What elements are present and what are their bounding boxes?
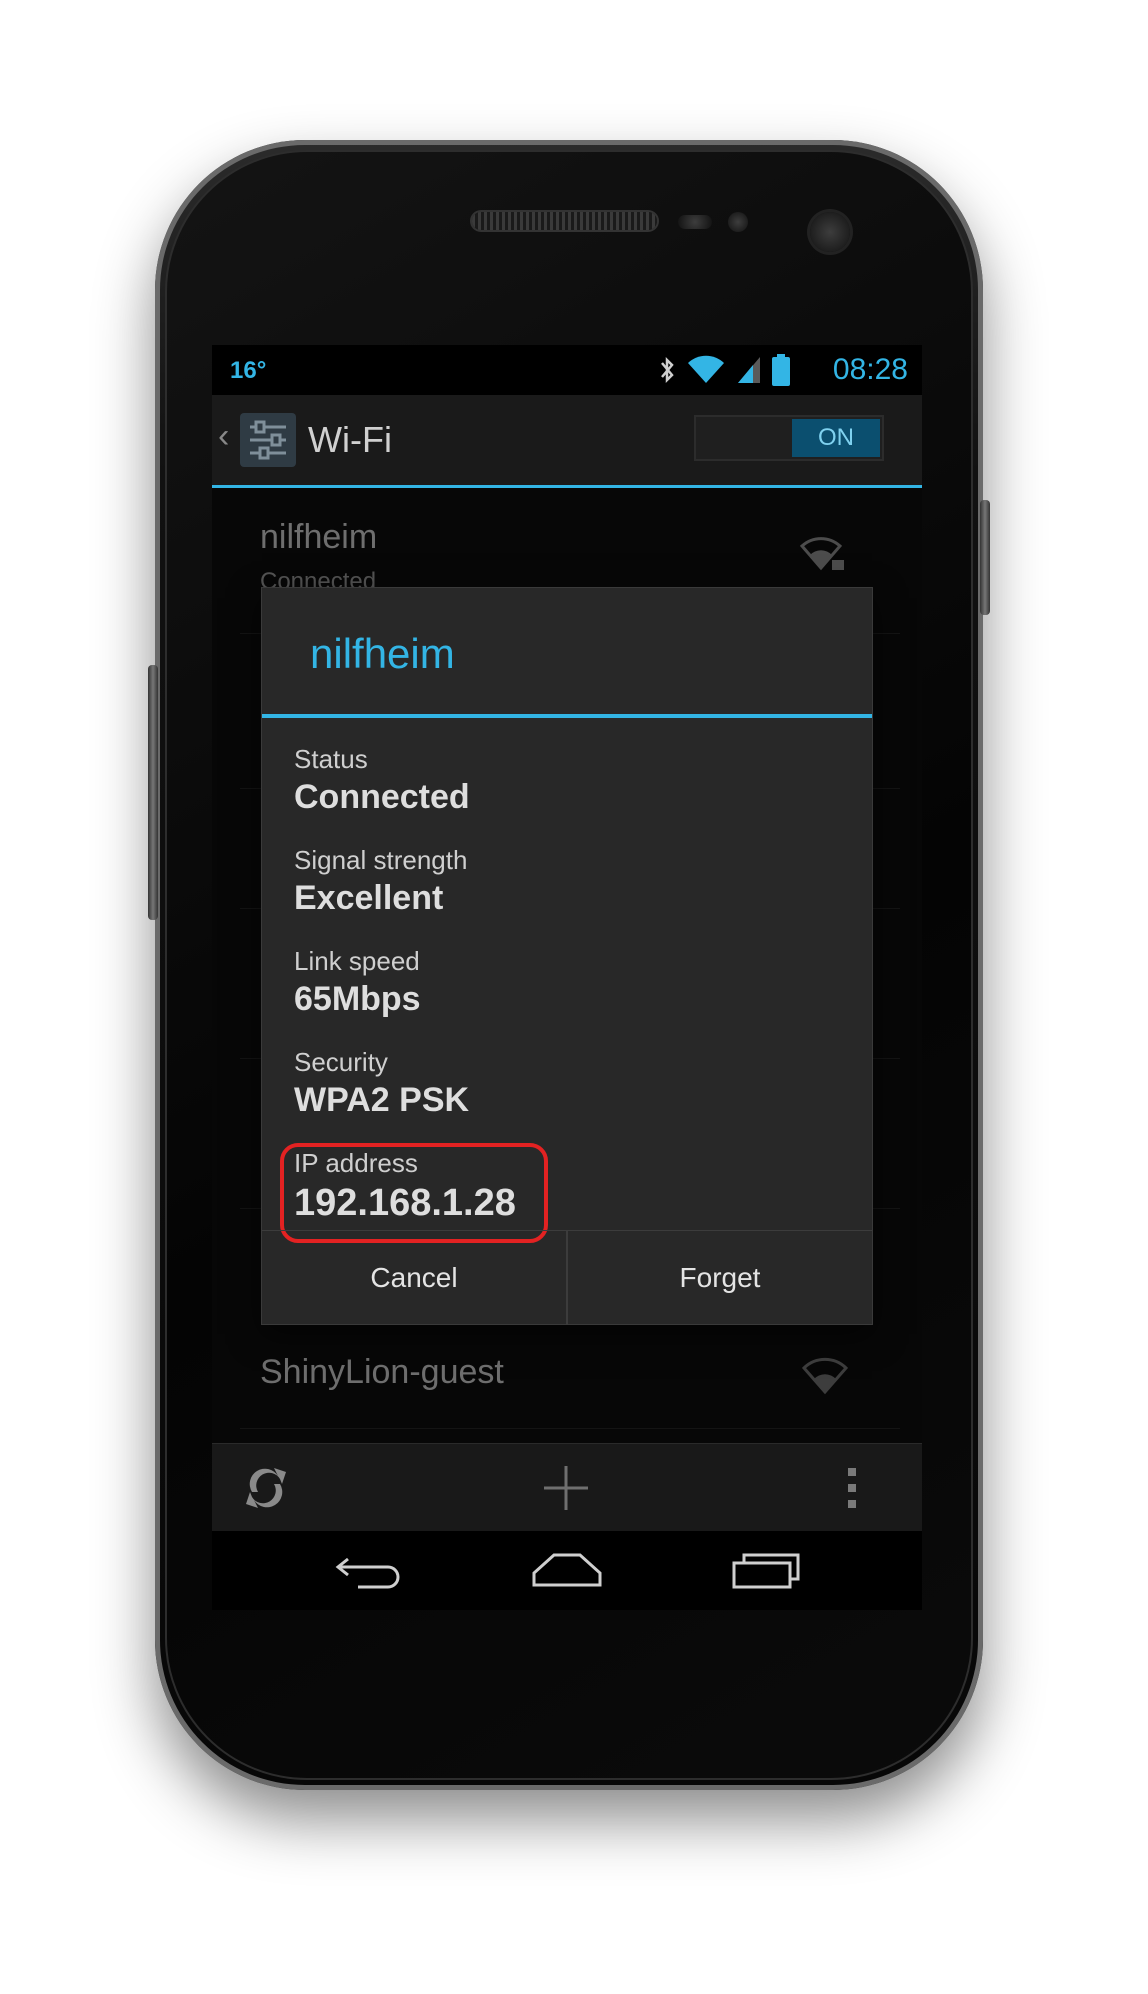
status-label: Status — [294, 744, 368, 774]
network-details-dialog: nilfheim Status Connected Signal strengt… — [262, 588, 872, 1325]
navigation-bar — [212, 1531, 922, 1610]
action-bar: ‹ Wi-Fi ON — [212, 395, 922, 488]
cancel-button[interactable]: Cancel — [262, 1231, 566, 1325]
dialog-title-divider — [262, 714, 872, 718]
screen: 16° 08:28 ‹ Wi-Fi ON nilfheim Connected … — [212, 345, 922, 1610]
status-icons — [658, 353, 790, 387]
ip-address-highlight — [280, 1143, 548, 1243]
add-network-icon[interactable] — [542, 1464, 590, 1512]
toggle-on-label: ON — [792, 419, 880, 457]
bottom-action-bar — [212, 1443, 922, 1532]
volume-button — [148, 665, 158, 920]
signal-strength-value: Excellent — [294, 879, 444, 917]
front-camera — [810, 212, 850, 252]
security-label: Security — [294, 1047, 388, 1077]
link-speed-value: 65Mbps — [294, 980, 421, 1018]
light-sensor — [728, 212, 748, 232]
cell-signal-icon — [738, 357, 760, 383]
home-icon[interactable] — [530, 1549, 604, 1591]
back-icon[interactable] — [334, 1549, 404, 1591]
clock: 08:28 — [832, 353, 908, 386]
wifi-icon — [688, 355, 724, 383]
power-button — [980, 500, 990, 615]
recent-apps-icon[interactable] — [730, 1549, 802, 1591]
earpiece-speaker — [472, 212, 657, 230]
status-bar: 16° 08:28 — [212, 345, 922, 395]
overflow-menu-icon[interactable] — [846, 1466, 858, 1510]
proximity-sensor — [678, 215, 712, 229]
chevron-left-icon[interactable]: ‹ — [218, 417, 229, 456]
wps-icon[interactable] — [240, 1462, 292, 1514]
wifi-toggle[interactable]: ON — [694, 415, 884, 461]
temperature-readout: 16° — [230, 357, 267, 384]
signal-strength-label: Signal strength — [294, 845, 468, 875]
forget-button[interactable]: Forget — [568, 1231, 872, 1325]
status-value: Connected — [294, 778, 470, 816]
settings-sliders-icon[interactable] — [240, 413, 296, 467]
security-value: WPA2 PSK — [294, 1081, 470, 1119]
battery-icon — [772, 354, 790, 386]
page-title: Wi-Fi — [308, 419, 392, 460]
dialog-button-row: Cancel Forget — [262, 1230, 872, 1325]
dialog-title: nilfheim — [310, 630, 455, 677]
link-speed-label: Link speed — [294, 946, 420, 976]
bluetooth-icon — [661, 356, 674, 384]
